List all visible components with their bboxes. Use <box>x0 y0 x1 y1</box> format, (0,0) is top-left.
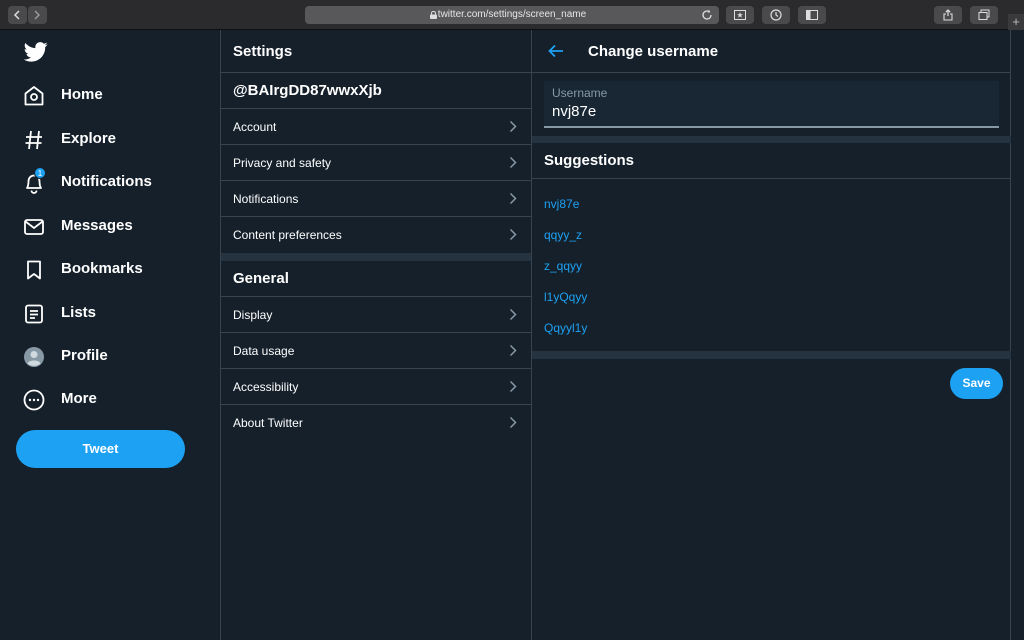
chevron-right-icon <box>509 120 517 133</box>
suggestions-header: Suggestions <box>532 143 1011 179</box>
history-button[interactable] <box>762 6 790 24</box>
row-label: Notifications <box>233 192 299 206</box>
settings-row-privacy[interactable]: Privacy and safety <box>221 145 531 181</box>
row-label: Accessibility <box>233 380 299 394</box>
chevron-right-icon <box>509 308 517 321</box>
nav-label: Notifications <box>61 173 152 190</box>
row-label: Account <box>233 120 277 134</box>
nav-item-messages[interactable]: Messages <box>22 213 202 241</box>
forward-button[interactable] <box>28 6 47 24</box>
url-text: twitter.com/settings/screen_name <box>437 9 587 20</box>
section-divider <box>532 351 1011 359</box>
settings-row-data-usage[interactable]: Data usage <box>221 333 531 369</box>
chevron-right-icon <box>509 344 517 357</box>
change-username-panel: Change username Username nvj87e Suggesti… <box>532 30 1011 640</box>
settings-row-notifications[interactable]: Notifications <box>221 181 531 217</box>
nav-item-notifications[interactable]: 1 Notifications <box>22 167 202 197</box>
settings-title: Settings <box>233 43 293 60</box>
save-button[interactable]: Save <box>950 368 1003 399</box>
nav-item-home[interactable]: Home <box>22 82 202 110</box>
username-field-value[interactable]: nvj87e <box>552 103 596 120</box>
share-button[interactable] <box>934 6 962 24</box>
suggestion-link[interactable]: Qqyyl1y <box>544 321 587 335</box>
nav-label: More <box>61 390 97 407</box>
settings-row-display[interactable]: Display <box>221 297 531 333</box>
sidebar-button[interactable] <box>798 6 826 24</box>
page-title: Change username <box>588 43 719 60</box>
avatar-icon <box>24 347 44 367</box>
nav-label: Explore <box>61 130 117 147</box>
change-username-header: Change username <box>532 30 1011 73</box>
tabs-button[interactable] <box>970 6 998 24</box>
clock-icon <box>770 9 782 21</box>
nav-item-lists[interactable]: Lists <box>22 300 202 328</box>
settings-row-accessibility[interactable]: Accessibility <box>221 369 531 405</box>
back-button[interactable] <box>8 6 27 24</box>
back-arrow-icon[interactable] <box>548 44 564 58</box>
row-label: Data usage <box>233 344 295 358</box>
tweet-button[interactable]: Tweet <box>16 430 185 468</box>
twitter-logo-icon[interactable] <box>24 42 48 62</box>
nav-label: Lists <box>61 304 97 321</box>
suggestions-title: Suggestions <box>544 152 635 169</box>
chevron-right-icon <box>509 380 517 393</box>
new-tab-button[interactable]: + <box>1008 14 1024 30</box>
suggestion-link[interactable]: z_qqyy <box>544 259 582 273</box>
suggestion-link[interactable]: nvj87e <box>544 197 579 211</box>
chevron-left-icon <box>13 10 20 20</box>
notification-badge: 1 <box>34 167 46 179</box>
account-handle-header: @BAIrgDD87wwxXjb <box>221 72 531 109</box>
chevron-right-icon <box>34 10 41 20</box>
reload-icon[interactable] <box>701 9 713 21</box>
nav-label: Bookmarks <box>61 260 143 277</box>
chevron-right-icon <box>509 192 517 205</box>
section-divider <box>221 253 531 261</box>
star-icon <box>734 10 746 20</box>
home-icon <box>24 86 44 106</box>
address-bar[interactable]: twitter.com/settings/screen_name <box>305 6 719 24</box>
row-label: Content preferences <box>233 228 342 242</box>
section-divider <box>532 136 1011 143</box>
nav-label: Profile <box>61 347 108 364</box>
primary-navigation: Home Explore 1 Notifications Messages Bo… <box>0 30 221 640</box>
chevron-right-icon <box>509 416 517 429</box>
general-title: General <box>233 270 289 287</box>
account-handle: @BAIrgDD87wwxXjb <box>233 82 382 99</box>
more-icon <box>23 389 45 411</box>
share-icon <box>943 9 953 21</box>
nav-item-bookmarks[interactable]: Bookmarks <box>22 256 202 284</box>
nav-item-profile[interactable]: Profile <box>22 343 202 371</box>
chevron-right-icon <box>509 156 517 169</box>
settings-row-about[interactable]: About Twitter <box>221 405 531 441</box>
settings-row-account[interactable]: Account <box>221 109 531 145</box>
nav-item-more[interactable]: More <box>22 386 202 414</box>
tabs-icon <box>978 9 990 20</box>
reader-button[interactable] <box>726 6 754 24</box>
row-label: Display <box>233 308 273 322</box>
bookmark-icon <box>27 260 41 280</box>
nav-label: Home <box>61 86 103 103</box>
row-label: About Twitter <box>233 416 303 430</box>
envelope-icon <box>24 219 44 235</box>
settings-column: Settings @BAIrgDD87wwxXjb Account Privac… <box>221 30 532 640</box>
username-input[interactable]: Username nvj87e <box>544 81 999 128</box>
browser-toolbar: twitter.com/settings/screen_name + <box>0 0 1024 30</box>
suggestion-link[interactable]: qqyy_z <box>544 228 582 242</box>
settings-row-content-preferences[interactable]: Content preferences <box>221 217 531 253</box>
hashtag-icon <box>25 130 42 150</box>
list-icon <box>25 304 43 324</box>
username-field-label: Username <box>552 86 608 100</box>
chevron-right-icon <box>509 228 517 241</box>
sidebar-icon <box>806 10 818 20</box>
general-section-header: General <box>221 261 531 297</box>
nav-item-explore[interactable]: Explore <box>22 126 202 154</box>
row-label: Privacy and safety <box>233 156 332 170</box>
suggestion-link[interactable]: l1yQqyy <box>544 290 587 304</box>
nav-label: Messages <box>61 217 133 234</box>
